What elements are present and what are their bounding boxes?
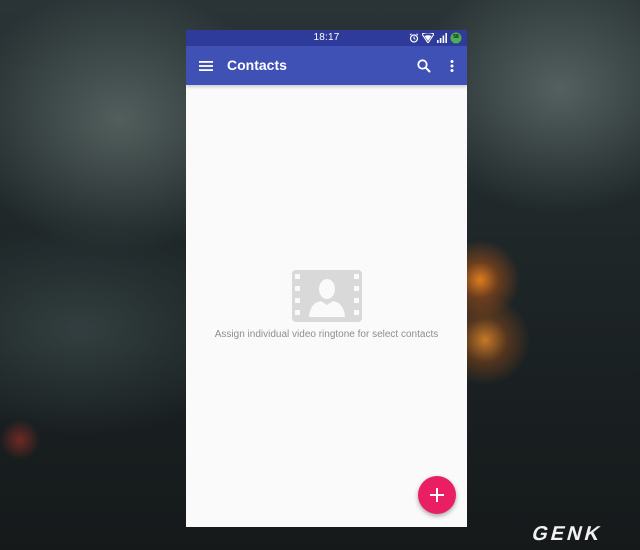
status-bar: 18:17 58	[186, 30, 467, 46]
add-contact-fab[interactable]	[418, 476, 456, 514]
battery-label: 58	[453, 34, 459, 40]
phone-screen: 18:17 58 Contacts Assign individual vide…	[186, 30, 467, 527]
search-icon	[417, 59, 431, 73]
add-icon	[430, 488, 444, 502]
alarm-icon	[409, 33, 419, 43]
signal-icon	[437, 33, 447, 43]
genk-watermark-logo: GENK	[528, 521, 628, 545]
menu-button[interactable]	[196, 56, 216, 76]
contact-video-icon	[292, 270, 362, 322]
empty-state-message: Assign individual video ringtone for sel…	[214, 329, 439, 340]
status-icons: 58	[409, 32, 462, 44]
wifi-icon	[422, 33, 434, 43]
search-button[interactable]	[414, 56, 434, 76]
battery-icon: 58	[450, 32, 462, 44]
app-bar: Contacts	[186, 46, 467, 85]
more-vert-icon	[450, 60, 454, 72]
svg-text:GENK: GENK	[530, 523, 606, 545]
app-title: Contacts	[227, 57, 287, 73]
menu-icon	[199, 61, 213, 71]
more-options-button[interactable]	[442, 56, 462, 76]
